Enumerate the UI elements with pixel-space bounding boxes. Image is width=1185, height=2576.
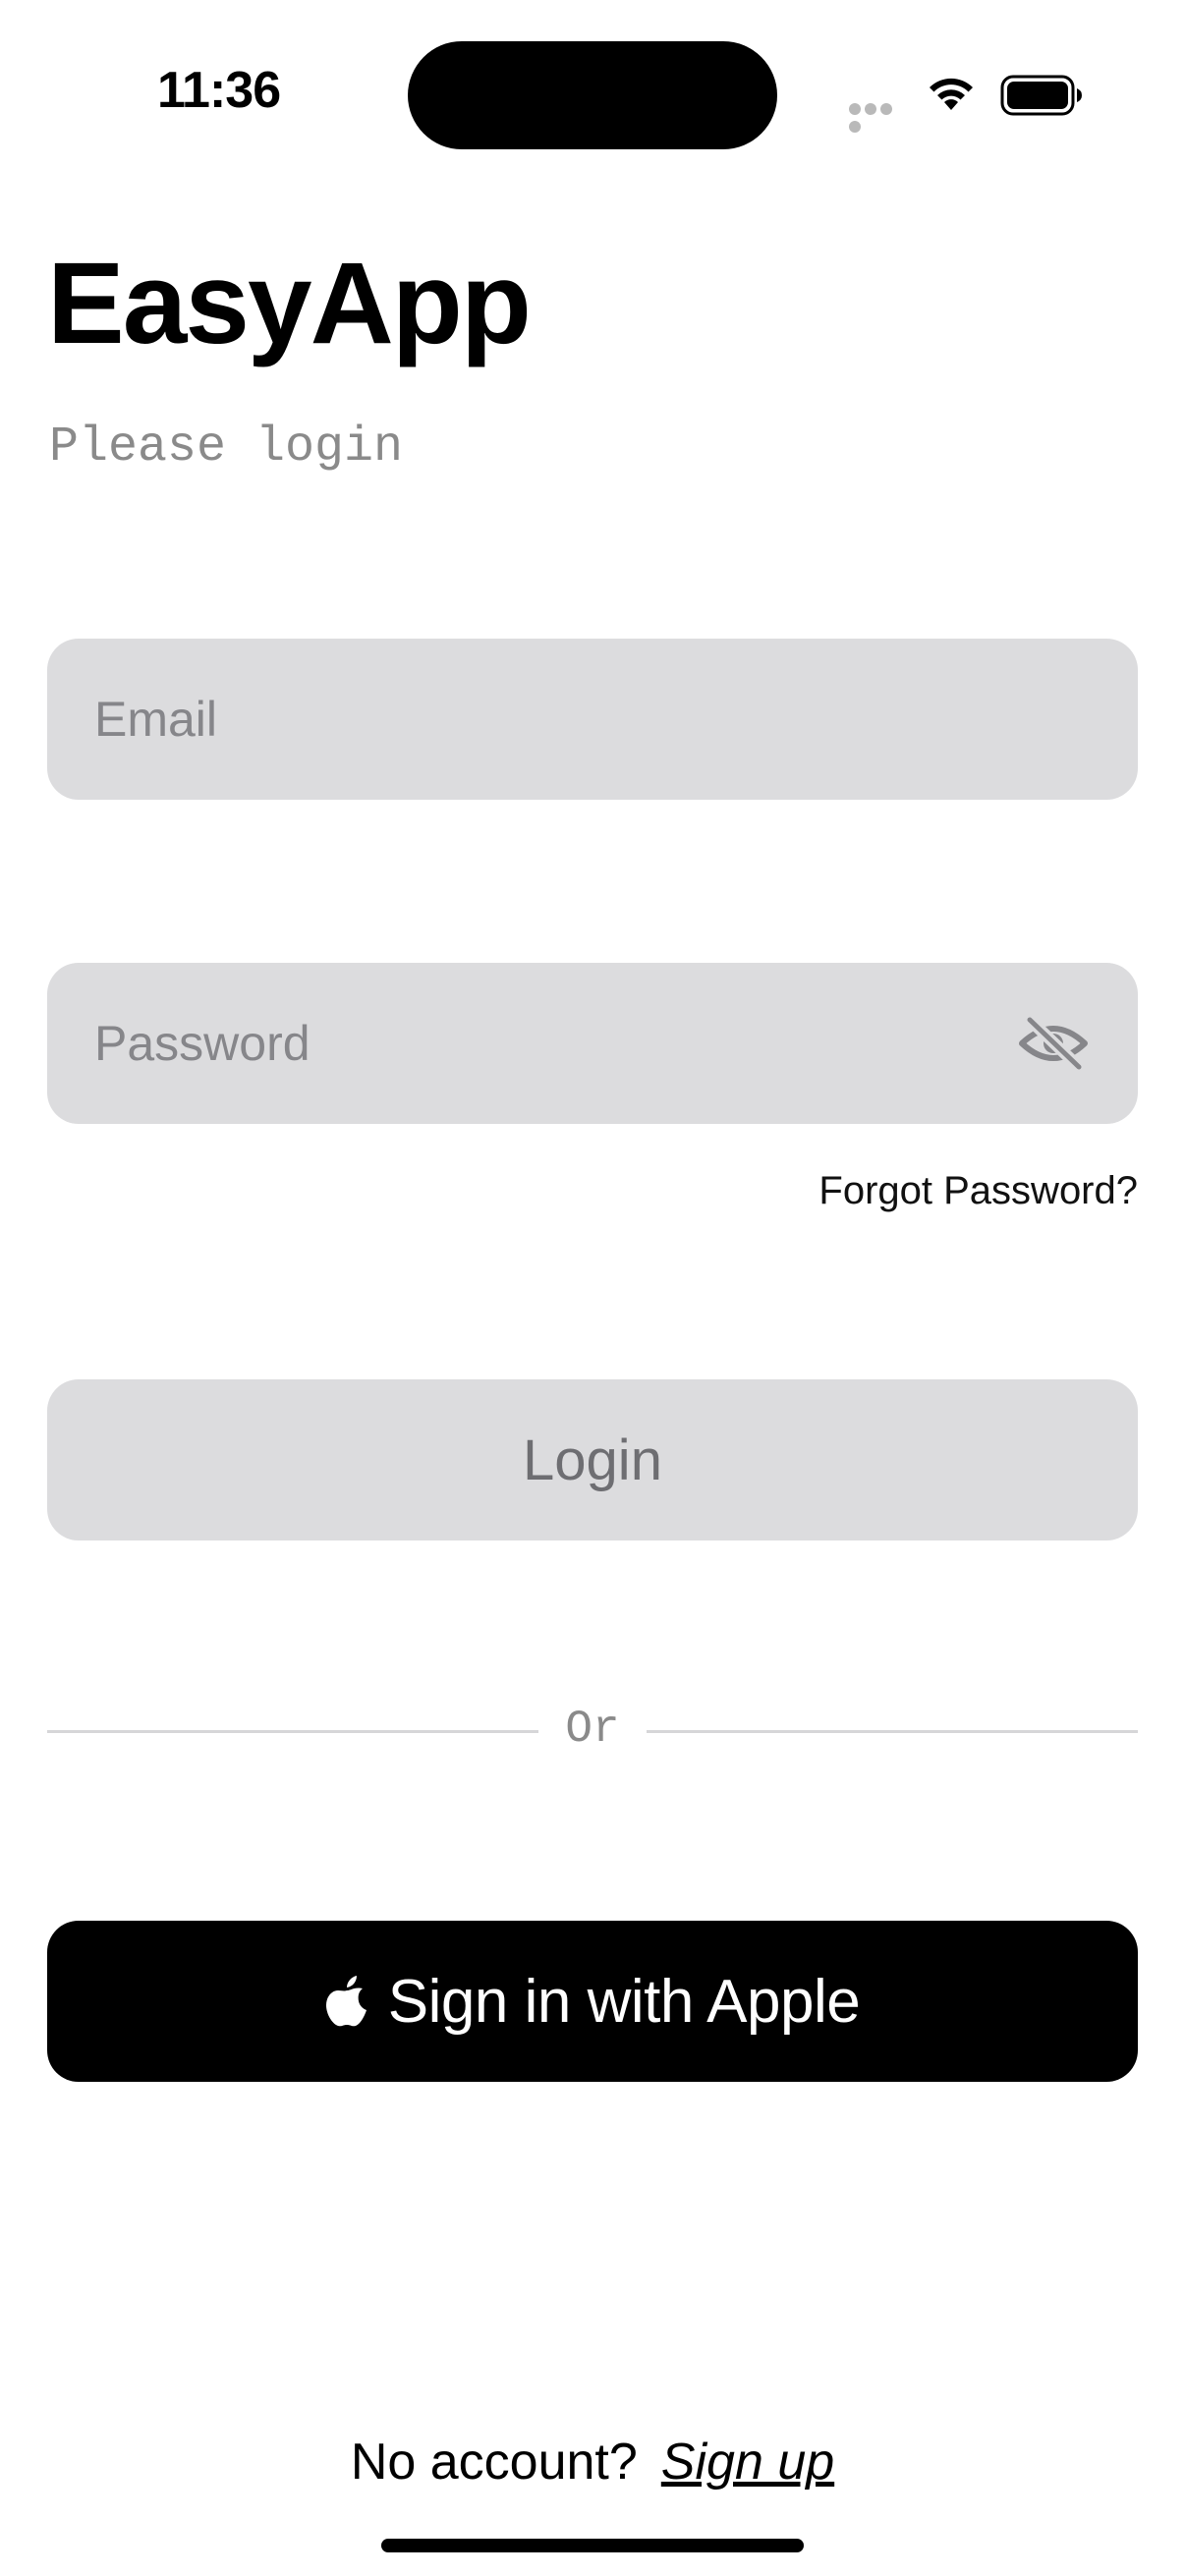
sign-in-with-apple-button[interactable]: Sign in with Apple [47,1921,1138,2082]
divider-or-label: Or [565,1704,620,1755]
signup-footer: No account? Sign up [0,2431,1185,2493]
dynamic-island [408,41,777,149]
password-input[interactable] [94,963,979,1124]
app-title: EasyApp [47,239,532,368]
divider-line-left [47,1730,538,1733]
signup-link[interactable]: Sign up [661,2434,834,2491]
login-subtitle: Please login [49,420,404,476]
apple-logo-icon [325,1976,367,2027]
eye-slash-icon[interactable] [1018,1014,1089,1073]
password-field[interactable] [47,963,1138,1124]
battery-icon [1000,75,1082,116]
forgot-password-link[interactable]: Forgot Password? [806,1167,1138,1214]
cellular-signal-icon [849,102,908,133]
home-indicator [381,2539,804,2552]
email-input[interactable] [94,639,1077,800]
email-field[interactable] [47,639,1138,800]
login-button[interactable]: Login [47,1379,1138,1540]
wifi-icon [930,78,973,110]
divider-line-right [647,1730,1138,1733]
no-account-prompt: No account? [350,2434,638,2491]
sign-in-with-apple-label: Sign in with Apple [387,1967,861,2036]
status-time: 11:36 [157,62,281,119]
